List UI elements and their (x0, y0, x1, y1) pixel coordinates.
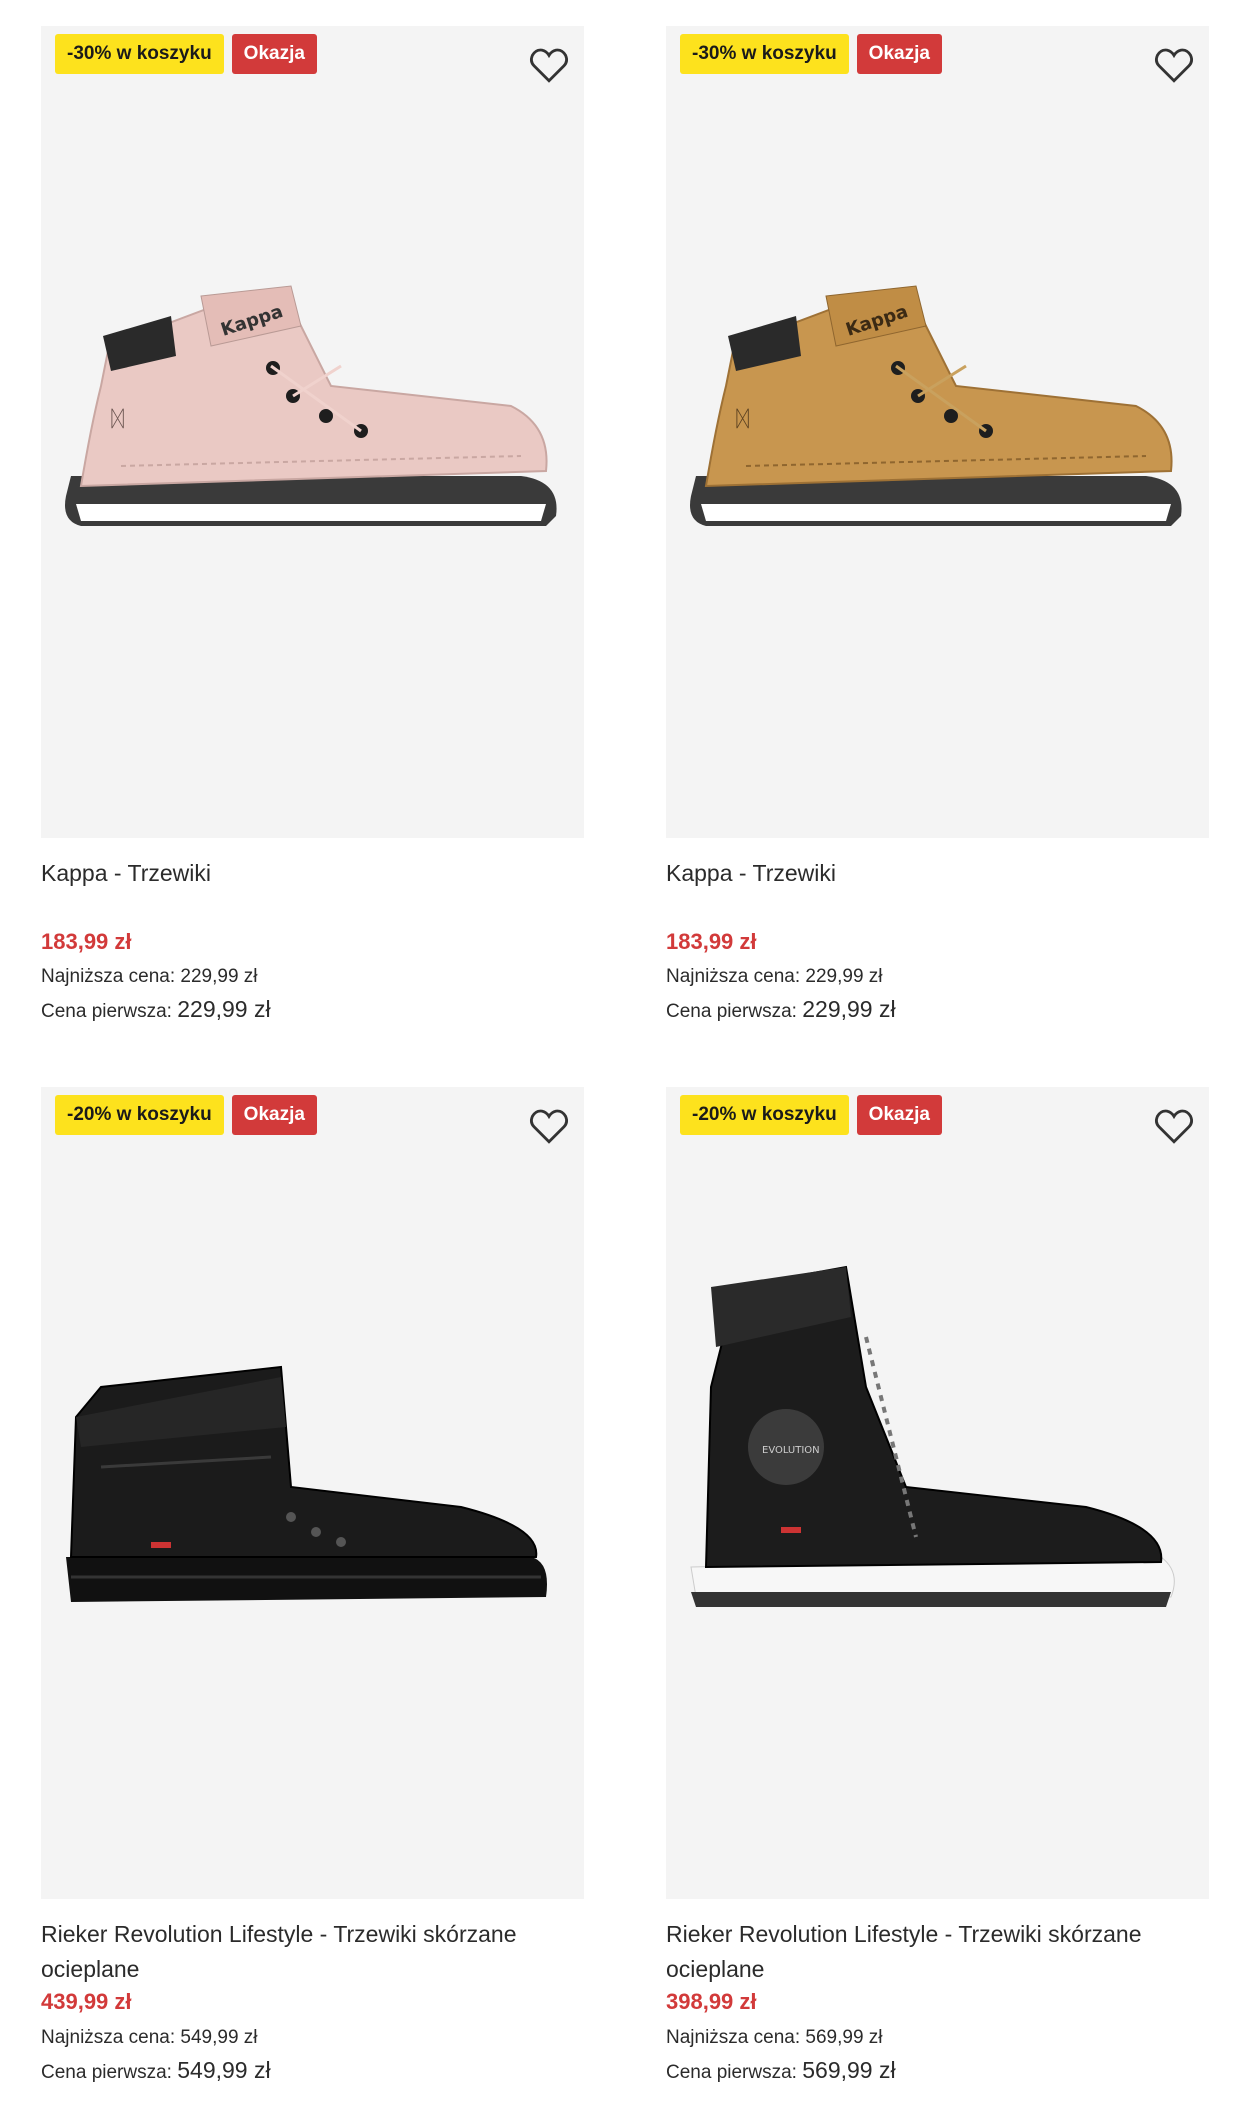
lowest-price-value: 569,99 zł (805, 2027, 883, 2048)
product-title[interactable]: Kappa - Trzewiki (41, 856, 571, 891)
product-title[interactable]: Kappa - Trzewiki (666, 856, 1196, 891)
first-price: Cena pierwsza: 229,99 zł (41, 996, 271, 1023)
discount-badge: -20% w koszyku (680, 1095, 849, 1135)
first-price-label: Cena pierwsza: (41, 1001, 172, 1022)
lowest-price-label: Najniższa cena: (666, 966, 801, 987)
first-price-label: Cena pierwsza: (666, 2062, 797, 2083)
deal-badge: Okazja (856, 1095, 942, 1135)
lowest-price-value: 229,99 zł (180, 966, 258, 987)
heart-icon[interactable] (528, 44, 570, 86)
product-image[interactable]: Kappa ᛞ -30% w koszyku Okazja (666, 26, 1209, 838)
first-price-label: Cena pierwsza: (41, 2062, 172, 2083)
first-price-value: 549,99 zł (177, 2057, 271, 2083)
product-title[interactable]: Rieker Revolution Lifestyle - Trzewiki s… (41, 1917, 571, 1987)
product-price: 439,99 zł (41, 1989, 132, 2014)
first-price: Cena pierwsza: 229,99 zł (666, 996, 896, 1023)
black-revolution-boot-image: EVOLUTION (690, 1265, 1175, 1607)
discount-badge: -30% w koszyku (55, 34, 224, 74)
lowest-price-value: 229,99 zł (805, 966, 883, 987)
product-price: 183,99 zł (41, 929, 132, 954)
lowest-price-label: Najniższa cena: (41, 2027, 176, 2048)
first-price: Cena pierwsza: 569,99 zł (666, 2057, 896, 2084)
lowest-price: Najniższa cena: 229,99 zł (41, 966, 258, 988)
product-image[interactable]: Kappa ᛞ -30% w koszyku Okazja (41, 26, 584, 838)
product-price: 398,99 zł (666, 1989, 757, 2014)
discount-badge: -30% w koszyku (680, 34, 849, 74)
pink-kappa-boot-image: Kappa ᛞ (65, 285, 557, 526)
lowest-price-label: Najniższa cena: (41, 966, 176, 987)
lowest-price-value: 549,99 zł (180, 2027, 258, 2048)
black-rieker-boot-image (66, 1365, 547, 1602)
lowest-price: Najniższa cena: 569,99 zł (666, 2027, 883, 2049)
first-price: Cena pierwsza: 549,99 zł (41, 2057, 271, 2084)
lowest-price-label: Najniższa cena: (666, 2027, 801, 2048)
tan-kappa-boot-image: Kappa ᛞ (690, 285, 1182, 526)
discount-badge: -20% w koszyku (55, 1095, 224, 1135)
first-price-value: 229,99 zł (802, 996, 896, 1022)
heart-icon[interactable] (528, 1105, 570, 1147)
product-title[interactable]: Rieker Revolution Lifestyle - Trzewiki s… (666, 1917, 1196, 1987)
first-price-value: 229,99 zł (177, 996, 271, 1022)
heart-icon[interactable] (1153, 44, 1195, 86)
product-price: 183,99 zł (666, 929, 757, 954)
svg-text:ᛞ: ᛞ (111, 407, 124, 432)
product-image[interactable]: -20% w koszyku Okazja (41, 1087, 584, 1899)
lowest-price: Najniższa cena: 229,99 zł (666, 966, 883, 988)
heart-icon[interactable] (1153, 1105, 1195, 1147)
first-price-value: 569,99 zł (802, 2057, 896, 2083)
lowest-price: Najniższa cena: 549,99 zł (41, 2027, 258, 2049)
deal-badge: Okazja (231, 1095, 317, 1135)
svg-text:EVOLUTION: EVOLUTION (762, 1445, 820, 1456)
first-price-label: Cena pierwsza: (666, 1001, 797, 1022)
deal-badge: Okazja (856, 34, 942, 74)
product-image[interactable]: EVOLUTION -20% w koszyku Okazja (666, 1087, 1209, 1899)
deal-badge: Okazja (231, 34, 317, 74)
svg-text:ᛞ: ᛞ (736, 407, 749, 432)
